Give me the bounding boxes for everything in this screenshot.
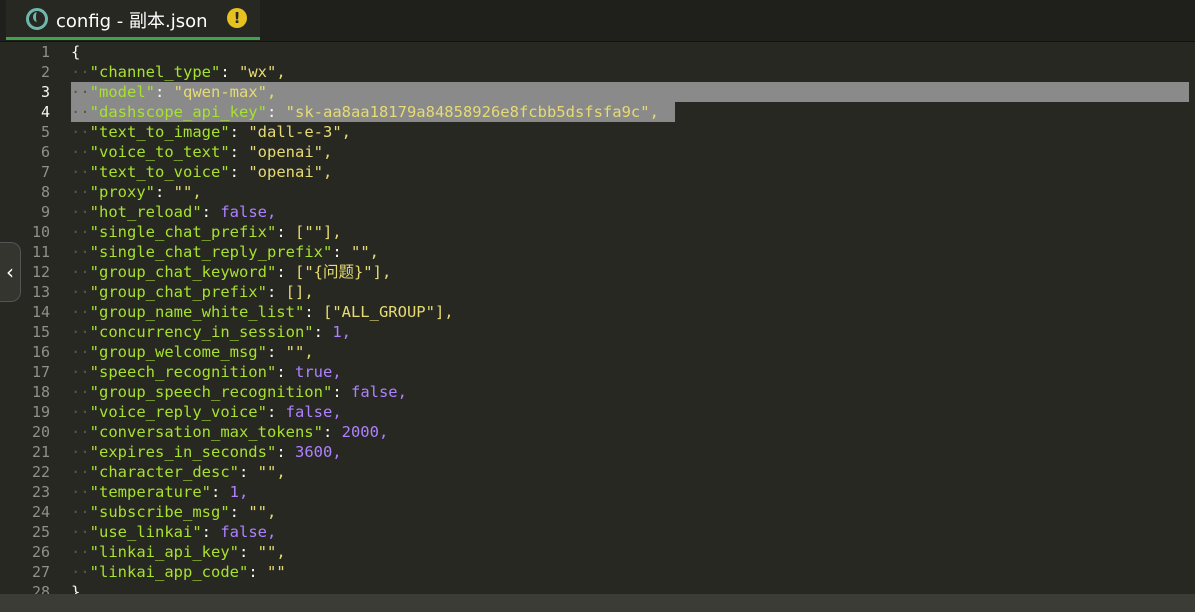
status-bar xyxy=(0,594,1195,612)
code-line: ··"subscribe_msg": "", xyxy=(71,503,277,521)
code-line: ··"voice_reply_voice": false, xyxy=(71,403,342,421)
line-number: 23 xyxy=(31,483,50,501)
code-line: ··"group_speech_recognition": false, xyxy=(71,383,407,401)
code-line: ··"character_desc": "", xyxy=(71,463,286,481)
line-number: 18 xyxy=(31,383,50,401)
code-line: ··"dashscope_api_key": "sk-aa8aa18179a84… xyxy=(71,103,659,121)
code-line: ··"use_linkai": false, xyxy=(71,523,277,541)
code-line: ··"linkai_app_code": "" xyxy=(71,563,286,581)
line-number: 2 xyxy=(40,63,50,81)
code-line: { xyxy=(71,43,81,61)
warning-icon[interactable]: ! xyxy=(227,8,247,28)
line-number: 7 xyxy=(40,163,50,181)
code-line: ··"group_welcome_msg": "", xyxy=(71,343,314,361)
line-number: 17 xyxy=(31,363,50,381)
code-line: ··"text_to_voice": "openai", xyxy=(71,163,333,181)
code-line: ··"text_to_image": "dall-e-3", xyxy=(71,123,351,141)
code-editor[interactable]: { ··"channel_type": "wx", ··"model": "qwen… xyxy=(66,42,1195,594)
code-line: ··"single_chat_reply_prefix": "", xyxy=(71,243,379,261)
code-line: ··"concurrency_in_session": 1, xyxy=(71,323,351,341)
app-logo-icon xyxy=(26,8,48,30)
code-line: } xyxy=(71,583,81,594)
line-number: 5 xyxy=(40,123,50,141)
line-number: 9 xyxy=(40,203,50,221)
line-number: 8 xyxy=(40,183,50,201)
line-number-gutter: 1 2 3 4 5 6 7 8 9 10 11 12 13 14 15 16 17 18 19 20 21 22 23 24 2… xyxy=(0,42,66,601)
line-number: 14 xyxy=(31,303,50,321)
tab-bar: config - 副本.json ! xyxy=(0,0,1195,42)
line-number: 1 xyxy=(40,43,50,61)
code-line: ··"model": "qwen-max", xyxy=(71,83,277,101)
code-line: ··"group_name_white_list": ["ALL_GROUP"]… xyxy=(71,303,454,321)
line-number: 24 xyxy=(31,503,50,521)
code-line: ··"speech_recognition": true, xyxy=(71,363,342,381)
code-line: ··"conversation_max_tokens": 2000, xyxy=(71,423,389,441)
line-number: 20 xyxy=(31,423,50,441)
line-number: 26 xyxy=(31,543,50,561)
line-number: 27 xyxy=(31,563,50,581)
line-number: 3 xyxy=(40,83,50,101)
code-line: ··"voice_to_text": "openai", xyxy=(71,143,333,161)
code-line: ··"linkai_api_key": "", xyxy=(71,543,286,561)
tab-title: config - 副本.json xyxy=(56,11,208,32)
line-number: 15 xyxy=(31,323,50,341)
line-number: 21 xyxy=(31,443,50,461)
line-number: 10 xyxy=(31,223,50,241)
code-line: ··"hot_reload": false, xyxy=(71,203,277,221)
code-line: ··"single_chat_prefix": [""], xyxy=(71,223,342,241)
code-line: ··"group_chat_prefix": [], xyxy=(71,283,314,301)
file-tab[interactable]: config - 副本.json ! xyxy=(6,0,260,40)
code-line: ··"group_chat_keyword": ["{问题}"], xyxy=(71,263,392,281)
code-line: ··"proxy": "", xyxy=(71,183,202,201)
collapse-panel-button[interactable]: ‹ xyxy=(0,242,21,302)
code-line: ··"expires_in_seconds": 3600, xyxy=(71,443,342,461)
line-number: 4 xyxy=(40,103,50,121)
line-number: 6 xyxy=(40,143,50,161)
code-line: ··"channel_type": "wx", xyxy=(71,63,286,81)
line-number: 19 xyxy=(31,403,50,421)
line-number: 22 xyxy=(31,463,50,481)
code-line: ··"temperature": 1, xyxy=(71,483,249,501)
line-number: 16 xyxy=(31,343,50,361)
line-number: 25 xyxy=(31,523,50,541)
